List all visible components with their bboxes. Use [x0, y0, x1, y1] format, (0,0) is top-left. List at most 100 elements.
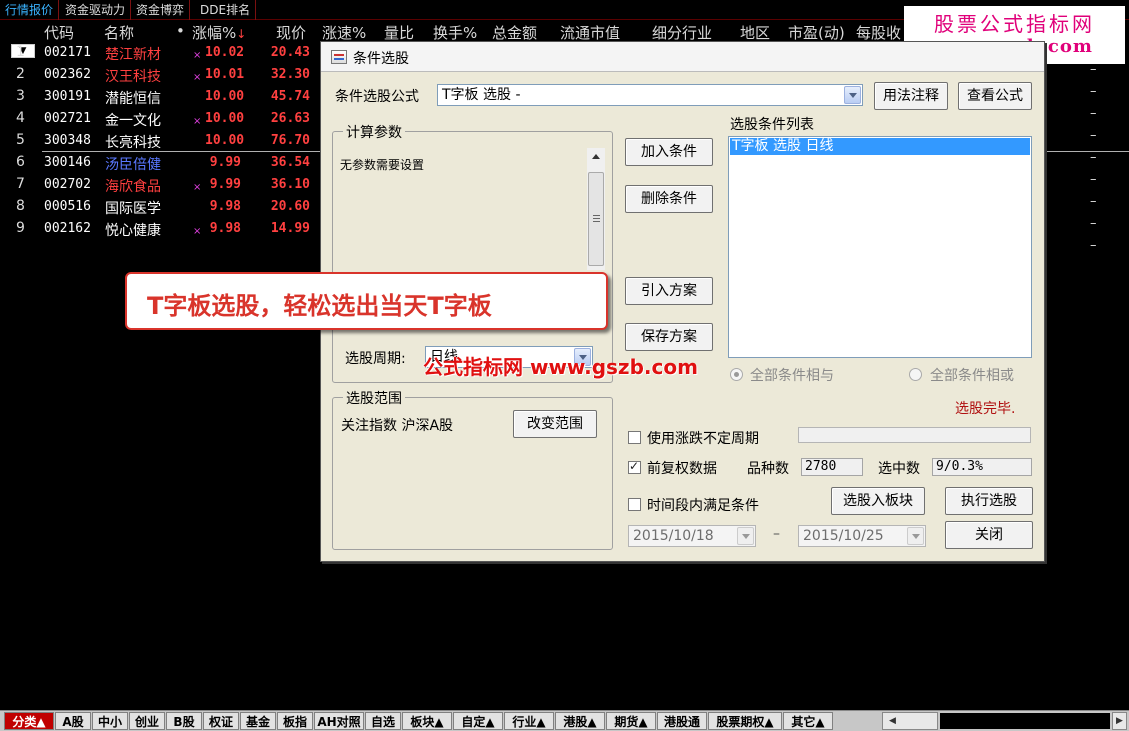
table-row[interactable]: 6 300146 汤臣倍健 9.99 36.54: [0, 152, 330, 174]
stock-code: 002721: [44, 111, 91, 126]
bottom-tab[interactable]: 分类▲: [4, 712, 54, 730]
adjusted-data-checkbox[interactable]: [628, 459, 641, 474]
col-turnover[interactable]: 换手%: [433, 22, 477, 43]
bottom-tab[interactable]: 港股▲: [555, 712, 605, 730]
close-button[interactable]: 关闭: [945, 521, 1033, 549]
bottom-tab[interactable]: 行业▲: [504, 712, 554, 730]
add-condition-button[interactable]: 加入条件: [625, 138, 713, 166]
row-index: 8: [16, 198, 25, 214]
eps-value: –: [1090, 128, 1097, 143]
date-to-picker[interactable]: 2015/10/25: [798, 525, 926, 547]
bottom-tab[interactable]: 其它▲: [783, 712, 833, 730]
usage-notes-button[interactable]: 用法注释: [874, 82, 948, 110]
overlay-brand-text: 公式指标网 www.gszb.com: [423, 355, 698, 379]
col-region[interactable]: 地区: [740, 22, 770, 43]
stock-code: 300146: [44, 155, 91, 170]
dialog-titlebar[interactable]: 条件选股: [321, 42, 1044, 72]
formula-label: 条件选股公式: [335, 89, 419, 105]
radio-all-and-label: 全部条件相与: [750, 368, 834, 384]
bottom-tab[interactable]: 自选: [365, 712, 401, 730]
date-from-picker[interactable]: 2015/10/18: [628, 525, 756, 547]
table-row[interactable]: 4 002721 金一文化 × 10.00 26.63: [0, 108, 330, 130]
col-change[interactable]: 涨幅%↓: [192, 22, 246, 43]
change-percent: 10.01: [205, 67, 245, 82]
execute-screen-button[interactable]: 执行选股: [945, 487, 1033, 515]
tab-capital-game[interactable]: 资金博弈: [131, 0, 191, 20]
current-price: 14.99: [270, 221, 310, 236]
chevron-down-icon[interactable]: [907, 527, 924, 545]
add-to-block-button[interactable]: 选股入板块: [831, 487, 925, 515]
bottom-tab[interactable]: 板块▲: [402, 712, 452, 730]
condition-list-label: 选股条件列表: [730, 117, 814, 133]
eps-value: –: [1090, 150, 1097, 165]
stock-name: 汤臣倍健: [105, 157, 161, 173]
tab-scroll-buttons[interactable]: ◀: [882, 712, 938, 730]
radio-all-or[interactable]: [909, 368, 922, 381]
params-scroll-thumb[interactable]: [588, 172, 604, 266]
condition-list-item[interactable]: T字板 选股 日线: [730, 138, 1030, 155]
col-price[interactable]: 现价: [276, 22, 306, 43]
view-formula-button[interactable]: 查看公式: [958, 82, 1032, 110]
chevron-down-icon[interactable]: [737, 527, 754, 545]
col-industry[interactable]: 细分行业: [652, 22, 712, 43]
stock-name: 海欣食品: [105, 179, 161, 195]
col-pe[interactable]: 市盈(动): [788, 22, 845, 43]
bottom-tab[interactable]: 期货▲: [606, 712, 656, 730]
table-row[interactable]: 9 002162 悦心健康 × 9.98 14.99: [0, 218, 330, 240]
current-price: 36.54: [270, 155, 310, 170]
change-percent: 9.99: [209, 177, 241, 192]
bottom-tab[interactable]: 板指: [277, 712, 313, 730]
table-row[interactable]: 8 000516 国际医学 9.98 20.60: [0, 196, 330, 218]
col-float-cap[interactable]: 流通市值: [560, 22, 620, 43]
params-scrollbar[interactable]: [587, 148, 605, 270]
col-speed[interactable]: 涨速%: [322, 22, 366, 43]
scroll-left-icon[interactable]: ◀: [889, 713, 896, 729]
bottom-tab[interactable]: AH对照: [314, 712, 364, 730]
radio-all-and[interactable]: [730, 368, 743, 381]
table-row[interactable]: 7 002702 海欣食品 × 9.99 36.10: [0, 174, 330, 196]
bottom-tab[interactable]: 港股通: [657, 712, 707, 730]
table-row[interactable]: 1 002171 楚江新材 × 10.02 20.43: [0, 42, 330, 64]
bottom-tab[interactable]: 自定▲: [453, 712, 503, 730]
bottom-tab[interactable]: 基金: [240, 712, 276, 730]
change-percent: 10.00: [205, 133, 245, 148]
col-volume-ratio[interactable]: 量比: [384, 22, 414, 43]
period-label: 选股周期:: [345, 351, 406, 367]
tab-scroll-track[interactable]: [940, 713, 1110, 729]
tab-dde-ranking[interactable]: DDE排名: [195, 0, 257, 20]
change-scope-button[interactable]: 改变范围: [513, 410, 597, 438]
col-amount[interactable]: 总金额: [492, 22, 537, 43]
current-price: 20.60: [270, 199, 310, 214]
condition-list[interactable]: T字板 选股 日线: [728, 136, 1032, 358]
col-code[interactable]: 代码: [44, 22, 74, 43]
scroll-up-icon[interactable]: [592, 154, 600, 159]
save-plan-button[interactable]: 保存方案: [625, 323, 713, 351]
bottom-tab[interactable]: 创业: [129, 712, 165, 730]
bottom-tab[interactable]: 中小: [92, 712, 128, 730]
row-divider-right: [1040, 151, 1129, 152]
stock-code: 002702: [44, 177, 91, 192]
limit-up-mark: ×: [193, 72, 202, 83]
chevron-down-icon[interactable]: [844, 86, 861, 104]
bottom-tab[interactable]: 股票期权▲: [708, 712, 782, 730]
bottom-tab[interactable]: A股: [55, 712, 91, 730]
stock-name: 潜能恒信: [105, 91, 161, 107]
tab-market-quotes[interactable]: 行情报价: [0, 0, 60, 20]
table-row[interactable]: 5 300348 长亮科技 10.00 76.70: [0, 130, 330, 152]
col-name[interactable]: 名称: [104, 22, 134, 43]
delete-condition-button[interactable]: 删除条件: [625, 185, 713, 213]
scroll-right-icon[interactable]: ▶: [1112, 712, 1127, 730]
table-row[interactable]: 2 002362 汉王科技 × 10.01 32.30: [0, 64, 330, 86]
import-plan-button[interactable]: 引入方案: [625, 277, 713, 305]
tab-capital-drive[interactable]: 资金驱动力: [60, 0, 132, 20]
col-eps[interactable]: 每股收: [856, 22, 901, 43]
date-to-value: 2015/10/25: [803, 528, 884, 544]
irregular-period-checkbox[interactable]: [628, 431, 641, 444]
bottom-tab-bar: 分类▲ A股 中小 创业 B股 权证 基金 板指 AH对照 自选 板块▲ 自定▲ 行业▲ 港股▲ 期货▲ 港股…: [0, 710, 1129, 731]
table-row[interactable]: 3 300191 潜能恒信 10.00 45.74: [0, 86, 330, 108]
time-period-checkbox[interactable]: [628, 498, 641, 511]
bottom-tab[interactable]: B股: [166, 712, 202, 730]
stock-code: 000516: [44, 199, 91, 214]
bottom-tab[interactable]: 权证: [203, 712, 239, 730]
formula-select[interactable]: T字板 选股 -: [437, 84, 863, 106]
